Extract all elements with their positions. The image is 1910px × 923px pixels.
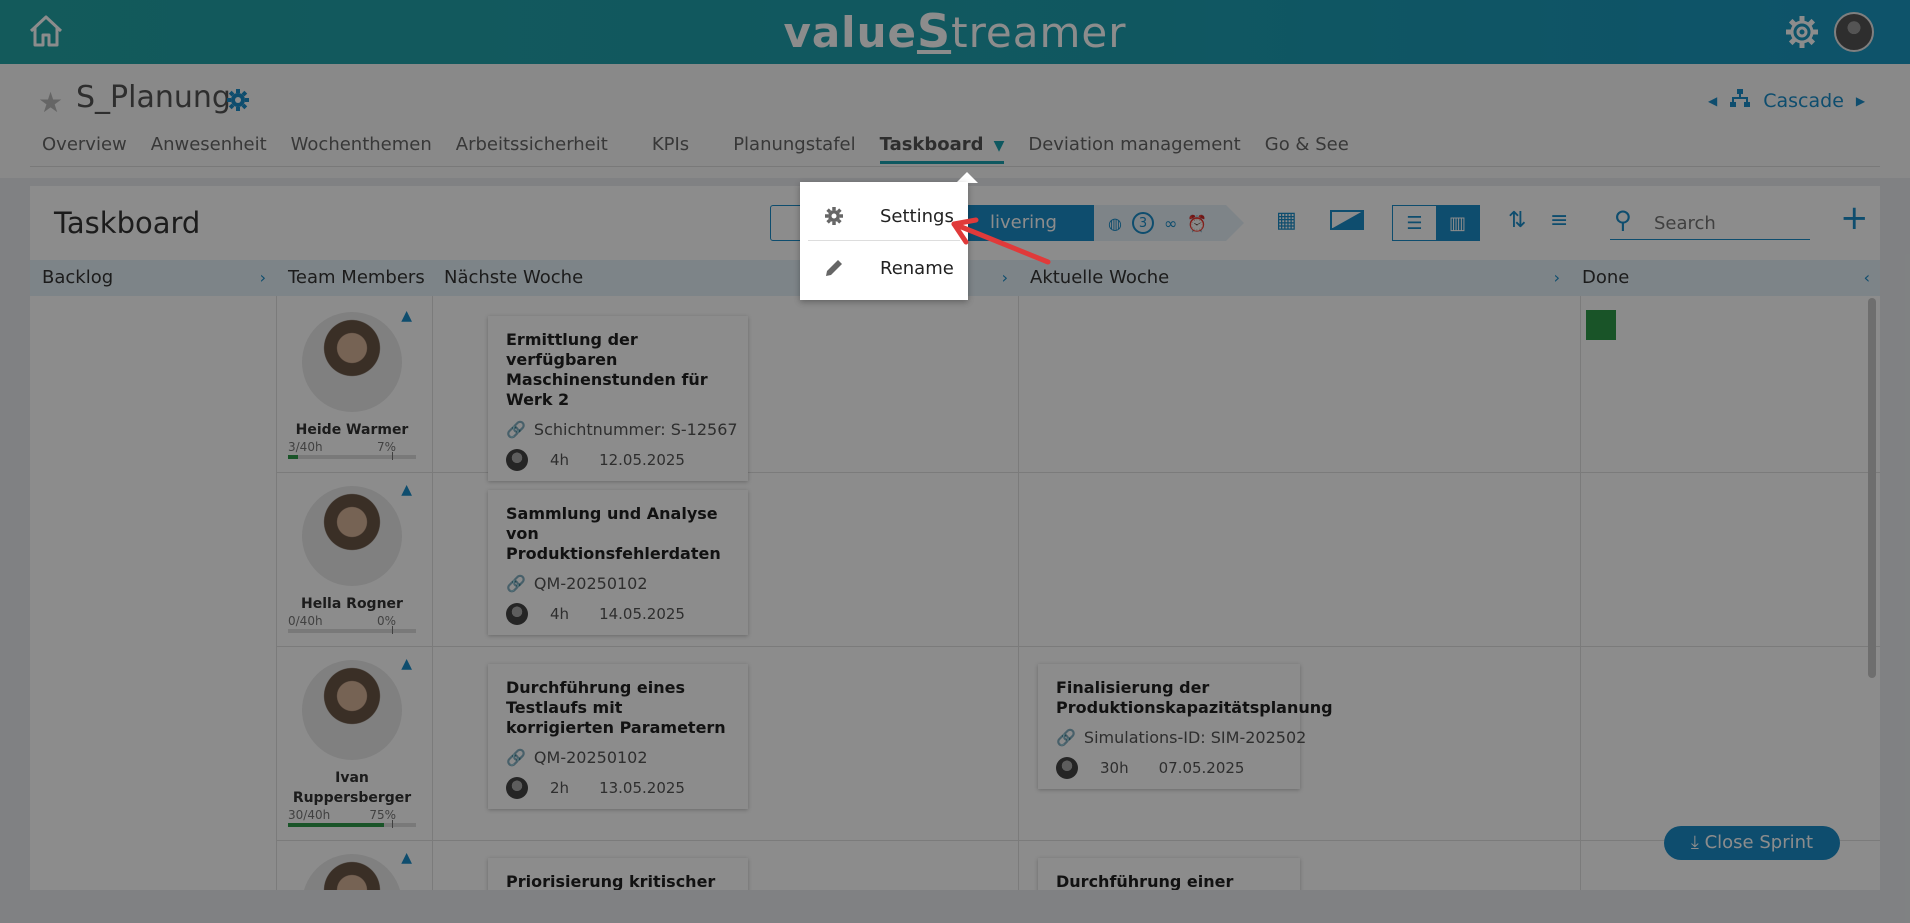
pencil-icon [826, 260, 842, 276]
annotation-arrow [951, 217, 1051, 265]
modal-overlay[interactable] [0, 0, 1910, 923]
gear-icon [825, 207, 843, 225]
menu-divider [808, 240, 960, 241]
